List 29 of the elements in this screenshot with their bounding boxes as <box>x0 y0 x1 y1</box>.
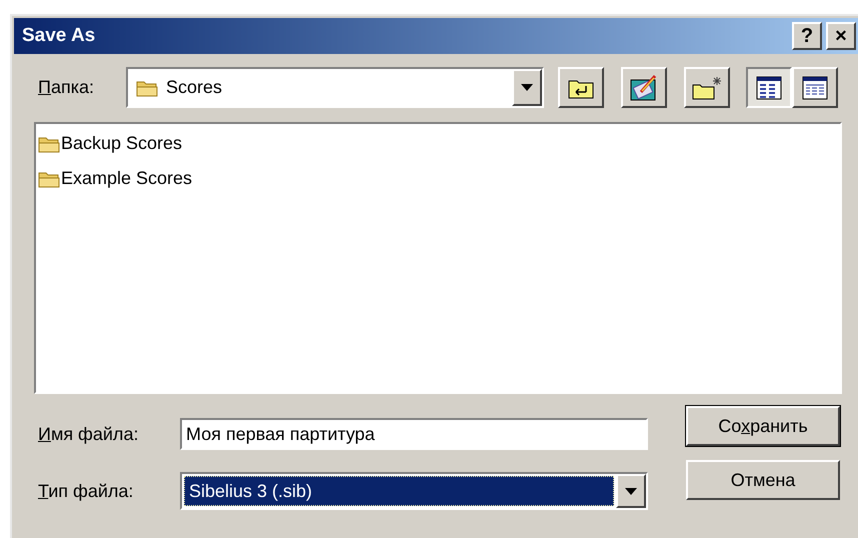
file-type-label: Тип файла: <box>38 480 134 503</box>
folder-dropdown[interactable]: Scores <box>126 67 544 108</box>
folder-icon <box>38 134 60 152</box>
details-view-button[interactable] <box>792 67 838 108</box>
up-button[interactable] <box>558 67 604 108</box>
new-folder-icon <box>691 74 723 100</box>
help-button[interactable]: ? <box>792 22 822 50</box>
dropdown-arrow-icon <box>625 488 637 494</box>
cancel-button[interactable]: Отмена <box>686 460 840 500</box>
file-name-label: Имя файла: <box>38 422 140 446</box>
close-button[interactable]: × <box>826 22 856 50</box>
desktop-icon <box>629 74 659 102</box>
dropdown-arrow-icon <box>521 84 533 91</box>
list-view-icon <box>756 76 782 100</box>
folder-icon <box>136 78 158 96</box>
folder-item[interactable]: Example Scores <box>38 161 838 196</box>
details-view-icon <box>802 76 828 100</box>
desktop-button[interactable] <box>621 67 667 108</box>
file-type-value: Sibelius 3 (.sib) <box>184 476 614 506</box>
list-view-button[interactable] <box>746 67 792 108</box>
folder-value: Scores <box>166 76 222 99</box>
file-name-field[interactable]: Моя первая партитура <box>180 418 648 450</box>
folder-icon <box>38 170 60 188</box>
file-type-dropdown[interactable]: Sibelius 3 (.sib) <box>180 472 648 510</box>
folder-label: Папка: <box>38 76 95 99</box>
save-button[interactable]: Сохранить <box>686 406 840 446</box>
new-folder-button[interactable] <box>684 67 730 108</box>
window-title: Save As <box>22 24 96 48</box>
folder-item[interactable]: Backup Scores <box>38 126 838 161</box>
